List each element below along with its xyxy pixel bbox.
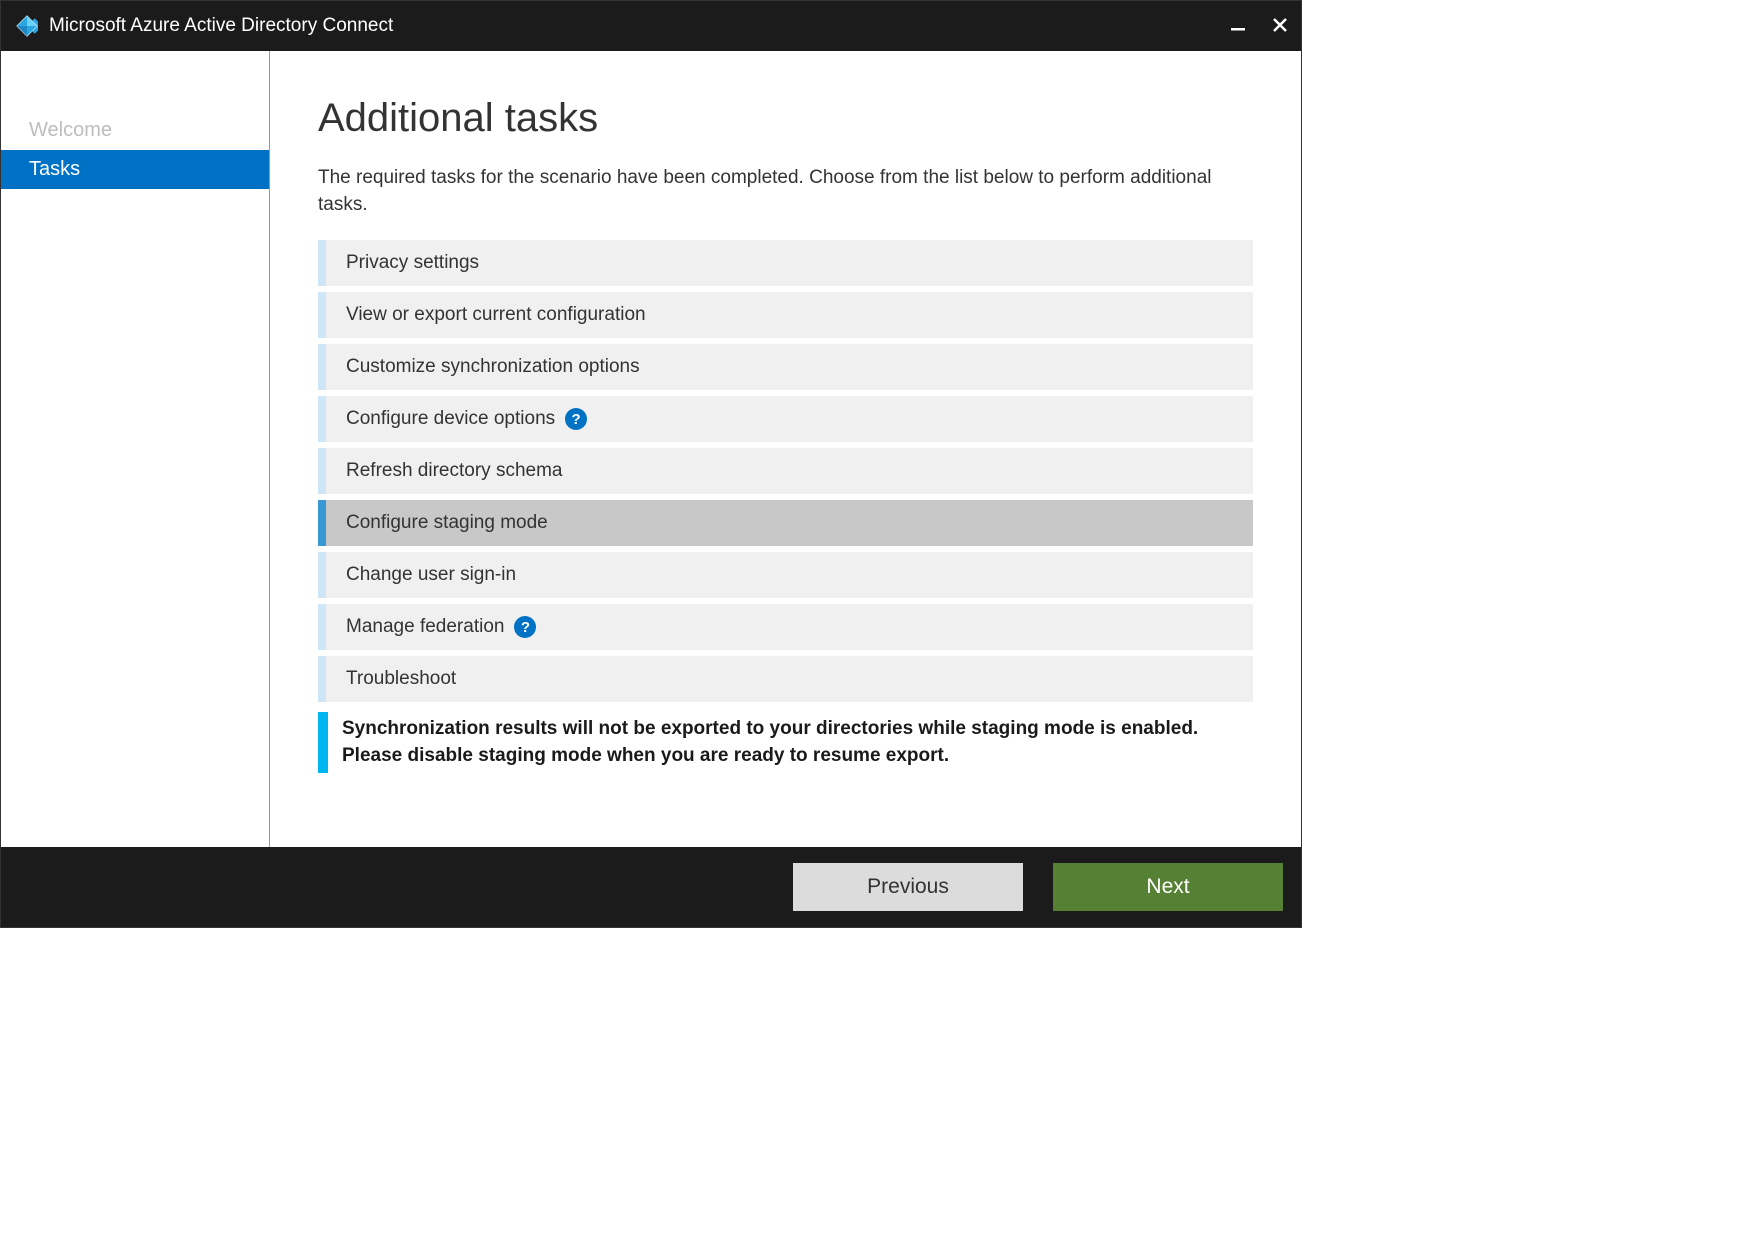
task-configure-device-options[interactable]: Configure device options ? — [318, 396, 1253, 442]
titlebar: Microsoft Azure Active Directory Connect — [1, 1, 1301, 51]
window-controls — [1231, 17, 1287, 35]
window-title: Microsoft Azure Active Directory Connect — [49, 15, 1231, 37]
help-icon[interactable]: ? — [565, 408, 587, 430]
task-accent-bar — [318, 448, 326, 494]
page-description: The required tasks for the scenario have… — [318, 165, 1253, 218]
task-accent-bar — [318, 396, 326, 442]
task-change-user-sign-in[interactable]: Change user sign-in — [318, 552, 1253, 598]
page-title: Additional tasks — [318, 96, 1253, 141]
task-label: Customize synchronization options — [326, 356, 640, 378]
task-privacy-settings[interactable]: Privacy settings — [318, 240, 1253, 286]
body-area: Welcome Tasks Additional tasks The requi… — [1, 51, 1301, 847]
minimize-icon[interactable] — [1231, 17, 1245, 35]
task-accent-bar — [318, 292, 326, 338]
sidebar-item-welcome[interactable]: Welcome — [1, 111, 269, 150]
app-window: Microsoft Azure Active Directory Connect — [0, 0, 1302, 928]
info-banner-text: Synchronization results will not be expo… — [328, 712, 1253, 773]
task-configure-staging-mode[interactable]: Configure staging mode — [318, 500, 1253, 546]
task-label: View or export current configuration — [326, 304, 646, 326]
sidebar-item-label: Tasks — [29, 158, 80, 180]
task-label: Change user sign-in — [326, 564, 516, 586]
task-accent-bar — [318, 604, 326, 650]
task-label: Configure device options — [326, 408, 555, 430]
app-icon — [15, 14, 39, 38]
task-label: Troubleshoot — [326, 668, 456, 690]
task-accent-bar — [318, 344, 326, 390]
task-label: Refresh directory schema — [326, 460, 562, 482]
task-accent-bar — [318, 656, 326, 702]
task-refresh-schema[interactable]: Refresh directory schema — [318, 448, 1253, 494]
task-label: Configure staging mode — [326, 512, 548, 534]
previous-button[interactable]: Previous — [793, 863, 1023, 911]
task-customize-sync[interactable]: Customize synchronization options — [318, 344, 1253, 390]
task-label: Privacy settings — [326, 252, 479, 274]
sidebar-item-label: Welcome — [29, 119, 112, 141]
task-accent-bar — [318, 240, 326, 286]
footer: Previous Next — [1, 847, 1301, 927]
task-troubleshoot[interactable]: Troubleshoot — [318, 656, 1253, 702]
sidebar: Welcome Tasks — [1, 51, 270, 847]
close-icon[interactable] — [1273, 17, 1287, 35]
task-accent-bar — [318, 500, 326, 546]
info-banner-bar — [318, 712, 328, 773]
sidebar-item-tasks[interactable]: Tasks — [1, 150, 269, 189]
task-view-export-config[interactable]: View or export current configuration — [318, 292, 1253, 338]
help-icon[interactable]: ? — [514, 616, 536, 638]
next-button[interactable]: Next — [1053, 863, 1283, 911]
task-list: Privacy settings View or export current … — [318, 240, 1253, 702]
task-label: Manage federation — [326, 616, 504, 638]
task-manage-federation[interactable]: Manage federation ? — [318, 604, 1253, 650]
task-accent-bar — [318, 552, 326, 598]
info-banner: Synchronization results will not be expo… — [318, 712, 1253, 773]
content-pane: Additional tasks The required tasks for … — [270, 51, 1301, 847]
